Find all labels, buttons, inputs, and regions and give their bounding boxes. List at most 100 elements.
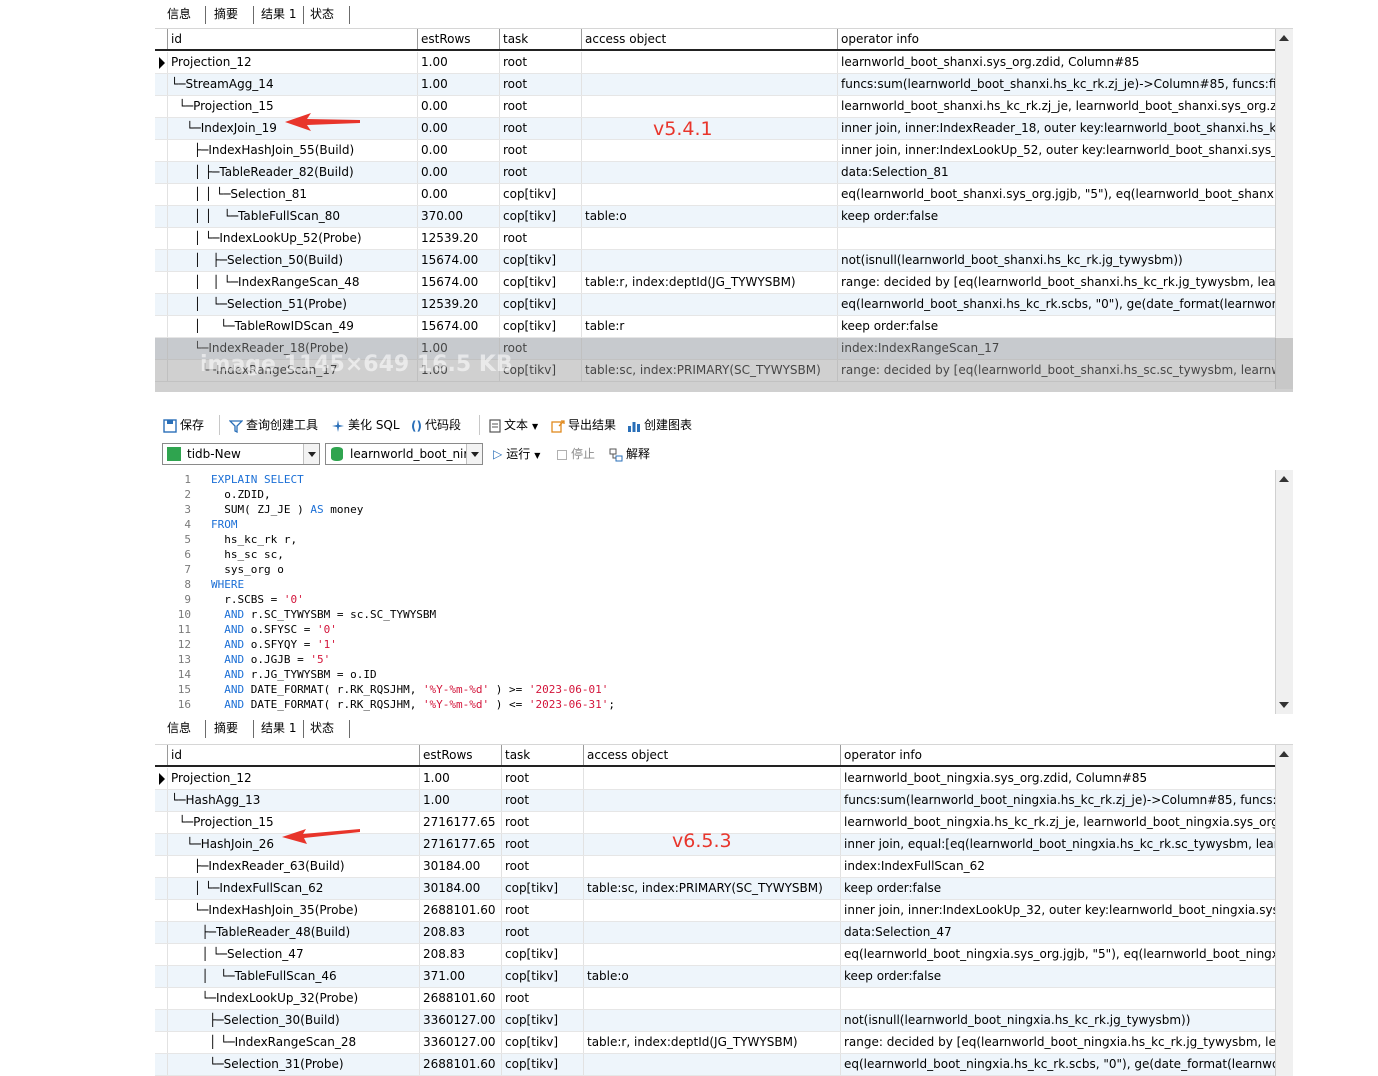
editor-line[interactable]: 6 hs_sc sc, (155, 547, 1275, 562)
cell-access-object[interactable] (581, 74, 837, 95)
cell-estrows[interactable]: 2688101.60 (419, 988, 501, 1009)
table-row[interactable]: │ └─TableFullScan_46 371.00 cop[tikv] table… (155, 966, 1275, 988)
cell-operator-info[interactable]: keep order:false (840, 878, 1275, 899)
cell-operator-info[interactable]: inner join, equal:[eq(learnworld_boot_ni… (840, 834, 1275, 855)
editor-line[interactable]: 1 EXPLAIN SELECT (155, 472, 1275, 487)
editor-line[interactable]: 10 AND r.SC_TYWYSBM = sc.SC_TYWYSBM (155, 607, 1275, 622)
table-row[interactable]: │ ├─Selection_50(Build) 15674.00 cop[tikv]… (155, 250, 1275, 272)
cell-estrows[interactable]: 2688101.60 (419, 1054, 501, 1075)
col-header-task[interactable]: task (499, 29, 581, 49)
cell-task[interactable]: root (501, 900, 583, 921)
cell-estrows[interactable]: 2716177.65 (419, 834, 501, 855)
cell-id[interactable]: ├─IndexHashJoin_55(Build) (167, 140, 417, 161)
tab-summary[interactable]: 摘要 (210, 4, 238, 24)
beautify-sql-button[interactable]: 美化 SQL (331, 416, 400, 434)
cell-task[interactable]: root (499, 74, 581, 95)
database-select[interactable]: learnworld_boot_nir (325, 443, 483, 465)
cell-access-object[interactable] (583, 900, 840, 921)
cell-estrows[interactable]: 0.00 (417, 184, 499, 205)
cell-estrows[interactable]: 12539.20 (417, 294, 499, 315)
col-header-access-object[interactable]: access object (583, 745, 840, 765)
cell-access-object[interactable] (583, 768, 840, 789)
cell-estrows[interactable]: 1.00 (419, 768, 501, 789)
cell-access-object[interactable] (581, 96, 837, 117)
cell-access-object[interactable] (581, 140, 837, 161)
cell-access-object[interactable] (581, 184, 837, 205)
export-results-button[interactable]: 导出结果 (551, 416, 616, 434)
cell-operator-info[interactable]: range: decided by [eq(learnworld_boot_sh… (837, 272, 1275, 293)
text-mode-dropdown[interactable]: 文本 ▼ (489, 416, 538, 434)
cell-operator-info[interactable]: data:Selection_47 (840, 922, 1275, 943)
chevron-down-icon[interactable] (466, 444, 482, 464)
cell-operator-info[interactable]: learnworld_boot_ningxia.sys_org.zdid, Co… (840, 768, 1275, 789)
cell-access-object[interactable] (581, 228, 837, 249)
sql-editor[interactable]: 1 EXPLAIN SELECT 2 o.ZDID, 3 SUM( ZJ_JE ) A… (155, 470, 1293, 714)
cell-estrows[interactable]: 30184.00 (419, 856, 501, 877)
cell-id[interactable]: │ │ └─TableFullScan_80 (167, 206, 417, 227)
cell-id[interactable]: Projection_12 (167, 52, 417, 73)
cell-access-object[interactable]: table:r (581, 316, 837, 337)
table-row[interactable]: │ └─IndexLookUp_52(Probe) 12539.20 root (155, 228, 1275, 250)
table-row[interactable]: ├─TableReader_48(Build) 208.83 root data:Se… (155, 922, 1275, 944)
editor-line[interactable]: 15 AND DATE_FORMAT( r.RK_RQSJHM, '%Y-%m-… (155, 682, 1275, 697)
cell-estrows[interactable]: 208.83 (419, 944, 501, 965)
cell-operator-info[interactable]: keep order:false (837, 316, 1275, 337)
cell-operator-info[interactable]: funcs:sum(learnworld_boot_ningxia.hs_kc_… (840, 790, 1275, 811)
editor-line[interactable]: 12 AND o.SFYQY = '1' (155, 637, 1275, 652)
cell-estrows[interactable]: 2716177.65 (419, 812, 501, 833)
cell-task[interactable]: root (499, 140, 581, 161)
cell-operator-info[interactable]: index:IndexFullScan_62 (840, 856, 1275, 877)
table-row[interactable]: Projection_12 1.00 root learnworld_boot_sha… (155, 52, 1275, 74)
table-row[interactable]: │ └─Selection_47 208.83 cop[tikv] eq(learnw… (155, 944, 1275, 966)
cell-operator-info[interactable]: inner join, inner:IndexLookUp_52, outer … (837, 140, 1275, 161)
cell-access-object[interactable] (583, 856, 840, 877)
cell-id[interactable]: │ └─IndexLookUp_52(Probe) (167, 228, 417, 249)
cell-id[interactable]: │ └─Selection_47 (167, 944, 419, 965)
cell-task[interactable]: cop[tikv] (499, 294, 581, 315)
cell-task[interactable]: root (501, 768, 583, 789)
editor-line[interactable]: 5 hs_kc_rk r, (155, 532, 1275, 547)
cell-id[interactable]: │ │ └─Selection_81 (167, 184, 417, 205)
cell-id[interactable]: └─HashAgg_13 (167, 790, 419, 811)
cell-id[interactable]: ├─IndexReader_63(Build) (167, 856, 419, 877)
cell-task[interactable]: root (501, 812, 583, 833)
cell-operator-info[interactable]: funcs:sum(learnworld_boot_shanxi.hs_kc_r… (837, 74, 1275, 95)
cell-operator-info[interactable] (837, 228, 1275, 249)
cell-operator-info[interactable]: learnworld_boot_shanxi.sys_org.zdid, Col… (837, 52, 1275, 73)
cell-operator-info[interactable]: eq(learnworld_boot_shanxi.hs_kc_rk.scbs,… (837, 294, 1275, 315)
cell-operator-info[interactable]: not(isnull(learnworld_boot_shanxi.hs_kc_… (837, 250, 1275, 271)
cell-access-object[interactable] (583, 944, 840, 965)
cell-task[interactable]: cop[tikv] (499, 206, 581, 227)
col-header-access-object[interactable]: access object (581, 29, 837, 49)
cell-task[interactable]: cop[tikv] (501, 1032, 583, 1053)
editor-line[interactable]: 2 o.ZDID, (155, 487, 1275, 502)
cell-task[interactable]: cop[tikv] (501, 944, 583, 965)
cell-task[interactable]: cop[tikv] (499, 272, 581, 293)
table-row[interactable]: ├─Selection_30(Build) 3360127.00 cop[tikv]… (155, 1010, 1275, 1032)
editor-line[interactable]: 11 AND o.SFYSC = '0' (155, 622, 1275, 637)
table-row[interactable]: └─Selection_31(Probe) 2688101.60 cop[tikv]… (155, 1054, 1275, 1076)
cell-id[interactable]: └─StreamAgg_14 (167, 74, 417, 95)
cell-task[interactable]: root (499, 118, 581, 139)
create-chart-button[interactable]: 创建图表 (627, 416, 692, 434)
cell-estrows[interactable]: 15674.00 (417, 316, 499, 337)
editor-scrollbar[interactable] (1275, 470, 1293, 714)
cell-operator-info[interactable]: eq(learnworld_boot_shanxi.sys_org.jgjb, … (837, 184, 1275, 205)
cell-task[interactable]: cop[tikv] (501, 1054, 583, 1075)
editor-line[interactable]: 7 sys_org o (155, 562, 1275, 577)
cell-operator-info[interactable]: learnworld_boot_shanxi.hs_kc_rk.zj_je, l… (837, 96, 1275, 117)
table-row[interactable]: └─IndexLookUp_32(Probe) 2688101.60 root (155, 988, 1275, 1010)
cell-task[interactable]: root (501, 988, 583, 1009)
code-snippet-button[interactable]: () 代码段 (411, 416, 461, 434)
cell-access-object[interactable] (583, 922, 840, 943)
cell-estrows[interactable]: 0.00 (417, 118, 499, 139)
cell-operator-info[interactable]: inner join, inner:IndexLookUp_32, outer … (840, 900, 1275, 921)
table-row[interactable]: │ └─IndexFullScan_62 30184.00 cop[tikv] tab… (155, 878, 1275, 900)
editor-line[interactable]: 13 AND o.JGJB = '5' (155, 652, 1275, 667)
cell-access-object[interactable]: table:sc, index:PRIMARY(SC_TYWYSBM) (583, 878, 840, 899)
save-button[interactable]: 保存 (163, 416, 204, 434)
cell-operator-info[interactable]: data:Selection_81 (837, 162, 1275, 183)
editor-line[interactable]: 14 AND r.JG_TYWYSBM = o.ID (155, 667, 1275, 682)
cell-operator-info[interactable]: keep order:false (840, 966, 1275, 987)
tab-status[interactable]: 状态 (306, 718, 334, 738)
